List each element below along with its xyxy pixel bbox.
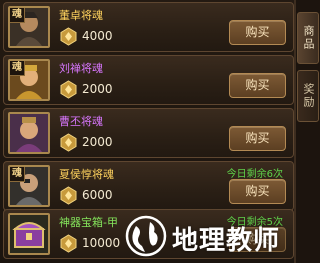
tab-rewards[interactable]: 奖励 (297, 70, 319, 122)
liu-shan-portrait: 魂 (8, 59, 50, 101)
item-price: 2000 (82, 82, 113, 96)
treasure-chest-portrait (8, 213, 50, 255)
buy-button[interactable]: 购买 (229, 20, 286, 45)
item-name: 董卓将魂 (59, 9, 103, 22)
item-price: 10000 (82, 236, 121, 250)
gold-ingot-icon (60, 133, 77, 152)
xiahou-dun-portrait: 魂 (8, 165, 50, 207)
tab-goods[interactable]: 商品 (297, 12, 319, 64)
gold-ingot-icon (60, 27, 77, 46)
shop-item-row: 魂 刘禅将魂 2000 购买 (3, 55, 294, 105)
shop-item-row: 魂 夏侯惇将魂 今日剩余6次 6000 购买 (3, 161, 294, 211)
buy-button[interactable]: 购买 (229, 73, 286, 98)
item-price: 4000 (82, 29, 113, 43)
item-name: 刘禅将魂 (59, 62, 103, 75)
soul-tag: 魂 (10, 167, 25, 182)
watermark: 地理教师 (124, 212, 320, 262)
shop-item-row: 魂 董卓将魂 4000 购买 (3, 2, 294, 52)
soul-tag: 魂 (10, 61, 25, 76)
gold-ingot-icon (60, 234, 77, 253)
item-price: 2000 (82, 135, 113, 149)
item-name: 夏侯惇将魂 (59, 168, 114, 181)
gold-ingot-icon (60, 186, 77, 205)
buy-button[interactable]: 购买 (229, 179, 286, 204)
item-name: 神器宝箱-甲 (59, 216, 118, 229)
daily-limit-text: 今日剩余6次 (226, 169, 283, 180)
gold-ingot-icon (60, 80, 77, 99)
item-price: 6000 (82, 188, 113, 202)
dong-zhuo-portrait: 魂 (8, 6, 50, 48)
soul-tag: 魂 (10, 8, 25, 23)
watermark-text: 地理教师 (172, 226, 281, 256)
shop-item-row: 曹丕将魂 2000 购买 (3, 108, 294, 158)
item-name: 曹丕将魂 (59, 115, 103, 128)
cao-pi-portrait (8, 112, 50, 154)
buy-button[interactable]: 购买 (229, 126, 286, 151)
globe-icon (125, 215, 167, 257)
